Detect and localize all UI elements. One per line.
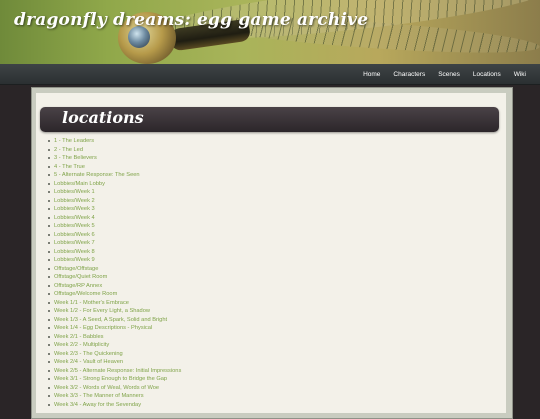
location-link[interactable]: 2 - The Led: [46, 146, 181, 155]
nav-item-characters[interactable]: Characters: [393, 71, 425, 78]
location-link[interactable]: Week 1/1 - Mother's Embrace: [46, 299, 181, 308]
location-link[interactable]: 4 - The True: [46, 163, 181, 172]
location-link[interactable]: Offstage/Welcome Room: [46, 290, 181, 299]
nav-item-wiki[interactable]: Wiki: [514, 71, 526, 78]
page-title-bar: locations: [40, 107, 499, 132]
navigation-bar: Home Characters Scenes Locations Wiki: [0, 64, 540, 85]
nav-item-scenes[interactable]: Scenes: [438, 71, 460, 78]
location-link[interactable]: Week 3/1 - Strong Enough to Bridge the G…: [46, 375, 181, 384]
location-link[interactable]: Week 1/4 - Egg Descriptions - Physical: [46, 324, 181, 333]
location-link[interactable]: Lobbies/Week 6: [46, 231, 181, 240]
location-link[interactable]: 5 - Alternate Response: The Seen: [46, 171, 181, 180]
location-link[interactable]: Offstage/Quiet Room: [46, 273, 181, 282]
location-link[interactable]: Week 3/3 - The Manner of Manners: [46, 392, 181, 401]
location-link[interactable]: Lobbies/Week 2: [46, 197, 181, 206]
location-link[interactable]: Week 2/4 - Vault of Heaven: [46, 358, 181, 367]
nav-menu: Home Characters Scenes Locations Wiki: [350, 64, 526, 84]
location-link[interactable]: Offstage/RP Annex: [46, 282, 181, 291]
location-link[interactable]: 3 - The Believers: [46, 154, 181, 163]
header-banner: dragonfly dreams: egg game archive: [0, 0, 540, 64]
location-link[interactable]: Lobbies/Week 9: [46, 256, 181, 265]
location-link[interactable]: Week 3/2 - Words of Weal, Words of Woe: [46, 384, 181, 393]
location-link[interactable]: Week 2/1 - Babbles: [46, 333, 181, 342]
site-title[interactable]: dragonfly dreams: egg game archive: [14, 10, 368, 30]
location-link[interactable]: Lobbies/Week 4: [46, 214, 181, 223]
location-link[interactable]: Week 2/5 - Alternate Response: Initial I…: [46, 367, 181, 376]
nav-item-locations[interactable]: Locations: [473, 71, 501, 78]
location-link[interactable]: Lobbies/Week 3: [46, 205, 181, 214]
page-title: locations: [62, 108, 144, 127]
location-link[interactable]: Offstage/Offstage: [46, 265, 181, 274]
location-list: 1 - The Leaders 2 - The Led 3 - The Believ…: [46, 137, 181, 409]
location-link[interactable]: Week 1/3 - A Seed, A Spark, Solid and Br…: [46, 316, 181, 325]
location-link[interactable]: Lobbies/Week 8: [46, 248, 181, 257]
location-link[interactable]: Week 2/3 - The Quickening: [46, 350, 181, 359]
location-link[interactable]: Lobbies/Week 1: [46, 188, 181, 197]
location-link[interactable]: Lobbies/Main Lobby: [46, 180, 181, 189]
nav-item-home[interactable]: Home: [363, 71, 380, 78]
location-link[interactable]: Week 2/2 - Multiplicity: [46, 341, 181, 350]
location-link[interactable]: Lobbies/Week 5: [46, 222, 181, 231]
location-link[interactable]: Week 1/2 - For Every Light, a Shadow: [46, 307, 181, 316]
location-link[interactable]: 1 - The Leaders: [46, 137, 181, 146]
location-link[interactable]: Lobbies/Week 7: [46, 239, 181, 248]
